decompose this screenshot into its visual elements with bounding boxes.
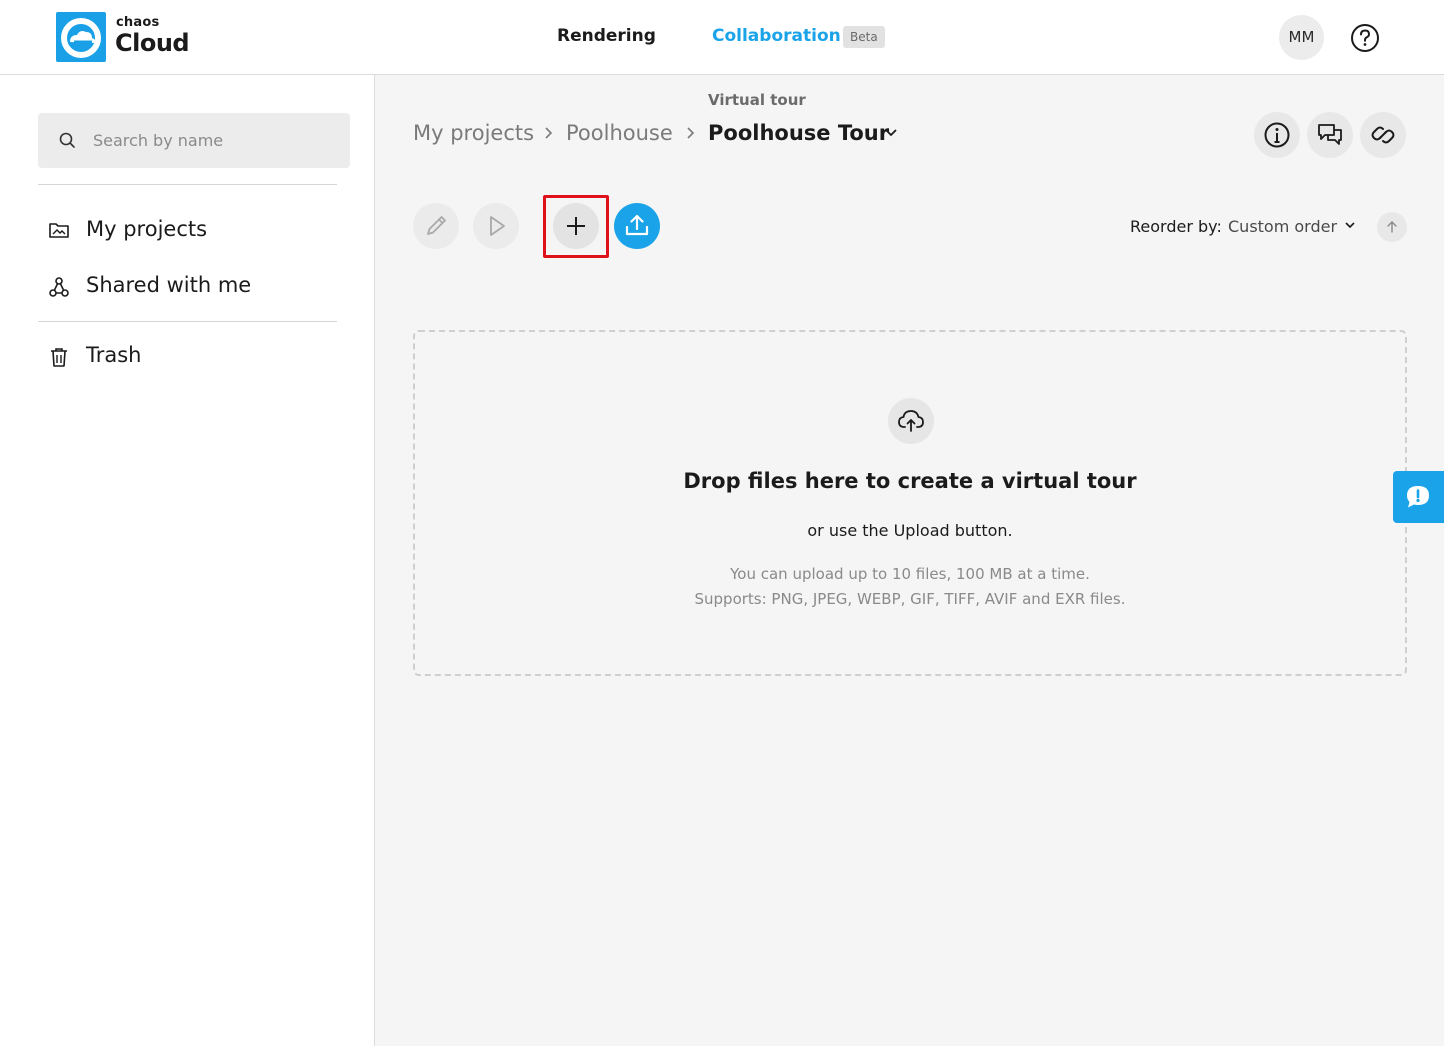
reorder-label: Reorder by: [1130,217,1222,236]
breadcrumb-current[interactable]: Poolhouse Tour [708,121,889,145]
nav-collaboration[interactable]: Collaboration [712,26,841,46]
top-bar: chaos Cloud Rendering Collaboration Beta… [0,0,1444,75]
sidebar-item-my-projects[interactable]: My projects [48,213,338,247]
trash-icon [51,348,67,367]
sidebar: My projects Shared with me Trash [0,75,375,1046]
logo-brand-small: chaos [116,15,160,30]
upload-button[interactable] [614,203,660,249]
logo-brand-big: Cloud [115,29,190,57]
dropzone[interactable]: Drop files here to create a virtual tour… [413,330,1407,676]
beta-badge: Beta [843,26,885,48]
user-avatar[interactable]: MM [1279,15,1324,60]
feedback-icon [1407,486,1429,508]
arrow-up-icon [1387,221,1397,233]
breadcrumb-my-projects[interactable]: My projects [413,121,534,145]
chevron-right-icon [545,127,553,139]
sidebar-item-shared-with-me[interactable]: Shared with me [48,269,338,303]
feedback-tab[interactable] [1393,471,1444,523]
edit-icon [427,216,446,235]
info-icon [1264,122,1290,148]
sidebar-item-label: Shared with me [86,273,252,297]
reorder-select[interactable]: Custom order [1228,217,1337,236]
dropzone-title: Drop files here to create a virtual tour [683,469,1137,493]
edit-button[interactable] [413,203,459,249]
upload-icon [625,214,649,236]
cloud-upload-icon [888,398,934,444]
search-input[interactable] [93,113,343,168]
dropzone-subtitle: or use the Upload button. [807,521,1013,540]
search-box[interactable] [38,113,350,168]
search-icon [59,132,75,148]
main-content: Virtual tour My projects Poolhouse Poolh… [375,75,1444,1046]
sidebar-divider [38,321,337,322]
dropzone-note-formats: Supports: PNG, JPEG, WEBP, GIF, TIFF, AV… [694,590,1126,608]
share-link-button[interactable] [1360,112,1406,158]
chevron-right-icon [687,127,695,139]
nav-rendering[interactable]: Rendering [557,26,656,46]
help-circle-icon[interactable] [1349,22,1381,54]
chevron-down-icon[interactable] [884,128,898,138]
comments-icon [1318,124,1342,145]
sidebar-item-label: My projects [86,217,208,241]
dropzone-note-limit: You can upload up to 10 files, 100 MB at… [730,565,1090,583]
share-nodes-icon [49,277,69,297]
chevron-down-icon[interactable] [1344,220,1356,230]
sidebar-divider [38,184,337,185]
add-button[interactable] [553,203,599,249]
link-icon [1371,126,1395,144]
info-button[interactable] [1254,112,1300,158]
image-folder-icon [49,223,69,238]
comments-button[interactable] [1307,112,1353,158]
breadcrumb-kicker: Virtual tour [708,91,806,109]
sort-direction-button[interactable] [1377,212,1407,242]
plus-icon [567,217,585,235]
sidebar-item-label: Trash [86,343,142,367]
sidebar-item-trash[interactable]: Trash [48,339,338,373]
breadcrumb-poolhouse[interactable]: Poolhouse [566,121,673,145]
play-button[interactable] [473,203,519,249]
play-icon [490,216,505,236]
chaos-cloud-logo-icon[interactable] [56,12,106,62]
